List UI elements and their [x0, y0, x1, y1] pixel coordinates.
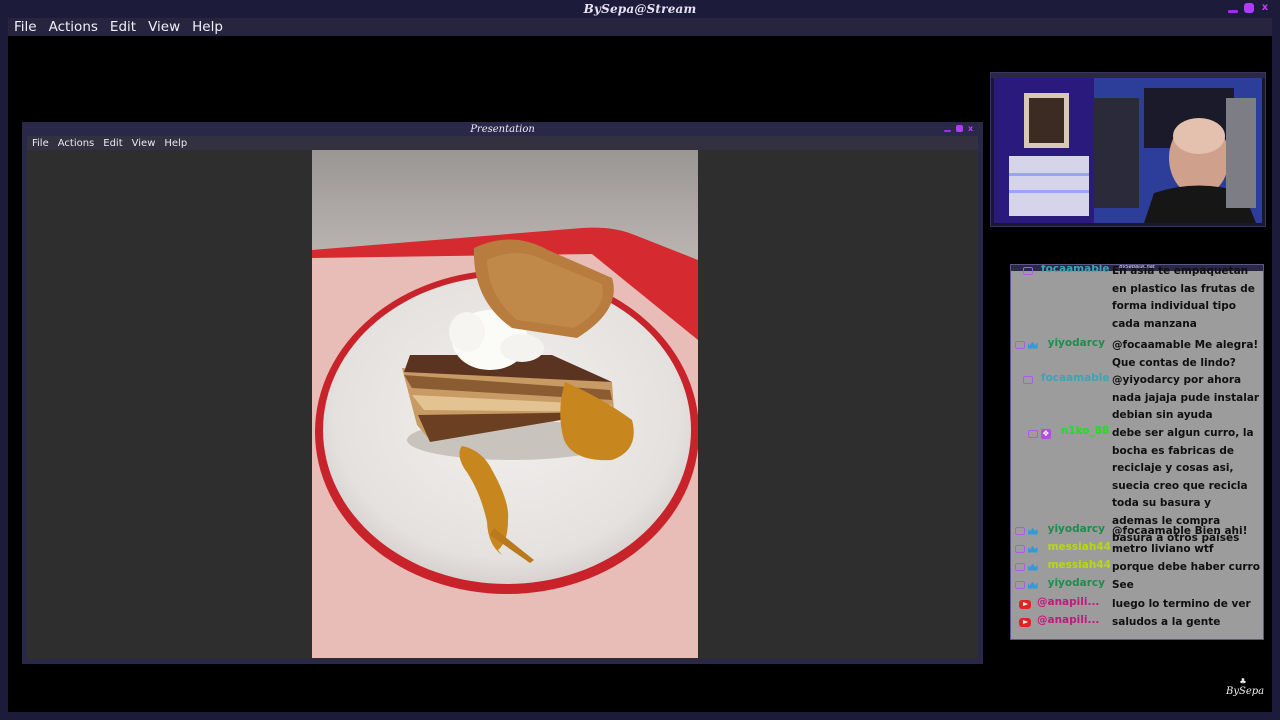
menu-file[interactable]: File	[14, 19, 37, 35]
cake-photo	[312, 150, 698, 658]
chat-message-text: En asia te empaquetan en plastico las fr…	[1112, 265, 1255, 330]
sub-badge-icon: ❖	[1040, 429, 1051, 439]
chat-message-text: metro liviano wtf	[1112, 543, 1214, 555]
chat-panel: BySepa@Chat focaamable En asia te empaque…	[1010, 264, 1264, 640]
chat-username[interactable]: focaamable	[1041, 372, 1109, 384]
chat-username[interactable]: n1ko_88	[1061, 425, 1110, 437]
crown-badge-icon	[1027, 527, 1038, 535]
logo-mark: ♣	[1239, 677, 1247, 686]
presentation-window: Presentation x File Actions Edit View He…	[22, 122, 983, 664]
menu-view[interactable]: View	[148, 19, 180, 35]
twitch-icon	[1014, 545, 1025, 553]
app-titlebar: BySepa@Stream x	[0, 0, 1280, 18]
crown-badge-icon	[1027, 545, 1038, 553]
chat-badges	[1014, 527, 1038, 535]
chat-username[interactable]: focaamable	[1041, 265, 1109, 275]
twitch-icon	[1023, 376, 1033, 384]
close-button[interactable]: x	[1260, 3, 1270, 13]
app-menubar: File Actions Edit View Help	[8, 18, 1272, 36]
menu-actions[interactable]: Actions	[49, 19, 98, 35]
menu-help[interactable]: Help	[192, 19, 223, 35]
chat-badges	[1014, 545, 1038, 553]
chat-message-text: @focaamable Me alegra! Que contas de lin…	[1112, 339, 1259, 369]
presentation-maximize-button[interactable]	[956, 125, 963, 132]
youtube-icon	[1019, 600, 1031, 609]
webcam-frame	[990, 72, 1266, 227]
chat-badges	[1014, 581, 1038, 589]
chat-badges	[1019, 618, 1031, 627]
logo-text: BySepa	[1226, 686, 1265, 697]
chat-message-text: porque debe haber curro	[1112, 561, 1260, 573]
chat-username[interactable]: yiyodarcy	[1048, 523, 1105, 535]
chat-message-text: @focaamable Bien ahi!	[1112, 525, 1248, 537]
maximize-button[interactable]	[1244, 3, 1254, 13]
crown-badge-icon	[1027, 581, 1038, 589]
presentation-minimize-button[interactable]	[944, 129, 951, 132]
window-controls: x	[1228, 3, 1270, 13]
presentation-menubar: File Actions Edit View Help	[27, 136, 978, 150]
youtube-icon	[1019, 618, 1031, 627]
crown-badge-icon	[1027, 341, 1038, 349]
chat-badges	[1019, 600, 1031, 609]
presentation-menu-actions[interactable]: Actions	[58, 138, 95, 149]
presentation-content	[27, 150, 978, 659]
crown-badge-icon	[1027, 563, 1038, 571]
chat-badges	[1023, 376, 1033, 384]
chat-username[interactable]: yiyodarcy	[1048, 577, 1105, 589]
twitch-icon	[1014, 581, 1025, 589]
chat-username[interactable]: yiyodarcy	[1048, 337, 1105, 349]
twitch-icon	[1014, 527, 1025, 535]
chat-badges	[1023, 267, 1033, 275]
twitch-icon	[1023, 267, 1033, 275]
presentation-menu-edit[interactable]: Edit	[103, 138, 122, 149]
presentation-title: Presentation	[470, 123, 535, 135]
presentation-menu-file[interactable]: File	[32, 138, 49, 149]
app-title: BySepa@Stream	[583, 2, 697, 16]
chat-message-text: saludos a la gente	[1112, 616, 1221, 628]
twitch-icon	[1014, 563, 1025, 571]
presentation-menu-help[interactable]: Help	[164, 138, 187, 149]
chat-message-text: See	[1112, 579, 1134, 591]
chat-message-text: @yiyodarcy por ahora nada jajaja pude in…	[1112, 374, 1260, 421]
presentation-window-controls: x	[944, 125, 975, 133]
chat-badges	[1014, 563, 1038, 571]
twitch-icon	[1027, 430, 1038, 438]
presentation-menu-view[interactable]: View	[132, 138, 156, 149]
webcam-feed	[994, 78, 1262, 223]
chat-username[interactable]: messiah44	[1048, 559, 1111, 571]
twitch-icon	[1014, 341, 1025, 349]
menu-edit[interactable]: Edit	[110, 19, 136, 35]
chat-message-text: luego lo termino de ver	[1112, 598, 1251, 610]
presentation-close-button[interactable]: x	[968, 125, 975, 133]
bysepa-logo: ♣ BySepa	[1226, 677, 1264, 700]
chat-username[interactable]: messiah44	[1048, 541, 1111, 553]
chat-badges: ❖	[1027, 429, 1051, 439]
minimize-button[interactable]	[1228, 9, 1238, 13]
chat-username[interactable]: @anapili...	[1037, 614, 1099, 626]
chat-username[interactable]: @anapili...	[1037, 596, 1099, 608]
chat-badges	[1014, 341, 1038, 349]
